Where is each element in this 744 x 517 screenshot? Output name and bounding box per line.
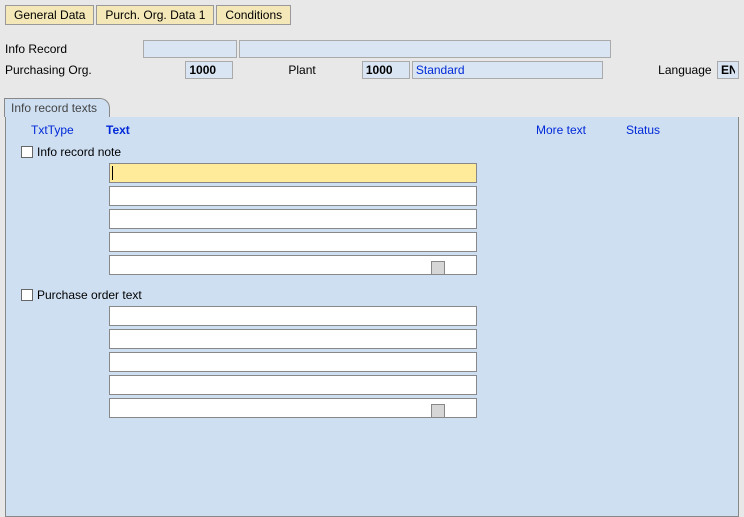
col-status: Status bbox=[626, 123, 660, 137]
text-lines-section-1: 1 bbox=[6, 163, 738, 278]
col-text: Text bbox=[106, 123, 536, 137]
col-more-text: More text bbox=[536, 123, 626, 137]
info-record-label: Info Record bbox=[5, 42, 143, 56]
purch-org-input[interactable] bbox=[185, 61, 233, 79]
tab-conditions[interactable]: Conditions bbox=[216, 5, 291, 25]
language-input[interactable] bbox=[717, 61, 739, 79]
info-record-note-line-3[interactable] bbox=[109, 209, 477, 229]
plant-input[interactable] bbox=[362, 61, 410, 79]
more-text-check-section-2[interactable] bbox=[431, 404, 445, 418]
info-record-desc-input[interactable] bbox=[239, 40, 611, 58]
info-record-note-line-5[interactable] bbox=[109, 255, 477, 275]
more-text-check-section-1[interactable] bbox=[431, 261, 445, 275]
text-cursor-icon bbox=[112, 166, 113, 180]
column-headers: TxtType Text More text Status bbox=[6, 117, 738, 145]
col-txttype: TxtType bbox=[6, 123, 106, 137]
section-header-info-record-note: Info record note bbox=[6, 145, 738, 159]
section-header-purchase-order-text: Purchase order text bbox=[6, 288, 738, 302]
purchase-order-text-line-5[interactable] bbox=[109, 398, 477, 418]
info-record-note-line-2[interactable] bbox=[109, 186, 477, 206]
tab-bar: General Data Purch. Org. Data 1 Conditio… bbox=[0, 0, 744, 30]
info-record-note-line-4[interactable] bbox=[109, 232, 477, 252]
section-title-purchase-order-text: Purchase order text bbox=[37, 288, 142, 302]
plant-desc-input[interactable] bbox=[412, 61, 603, 79]
info-record-note-line-1[interactable] bbox=[109, 163, 477, 183]
checkbox-info-record-note[interactable] bbox=[21, 146, 33, 158]
plant-label: Plant bbox=[233, 63, 362, 77]
tab-purch-org-data-1[interactable]: Purch. Org. Data 1 bbox=[96, 5, 214, 25]
tab-general-data[interactable]: General Data bbox=[5, 5, 94, 25]
purch-org-label: Purchasing Org. bbox=[5, 63, 185, 77]
purchase-order-text-line-4[interactable] bbox=[109, 375, 477, 395]
header-section: Info Record Purchasing Org. Plant Langua… bbox=[0, 30, 744, 97]
checkbox-purchase-order-text[interactable] bbox=[21, 289, 33, 301]
purchase-order-text-line-1[interactable] bbox=[109, 306, 477, 326]
section-title-info-record-note: Info record note bbox=[37, 145, 121, 159]
info-record-input[interactable] bbox=[143, 40, 237, 58]
purchase-order-text-line-3[interactable] bbox=[109, 352, 477, 372]
text-lines-section-2: 2 bbox=[6, 306, 738, 421]
content-tab-row: Info record texts bbox=[5, 97, 739, 117]
purchase-order-text-line-2[interactable] bbox=[109, 329, 477, 349]
tab-info-record-texts[interactable]: Info record texts bbox=[4, 98, 110, 117]
language-label: Language bbox=[603, 63, 717, 77]
content-panel: TxtType Text More text Status Info recor… bbox=[5, 117, 739, 517]
